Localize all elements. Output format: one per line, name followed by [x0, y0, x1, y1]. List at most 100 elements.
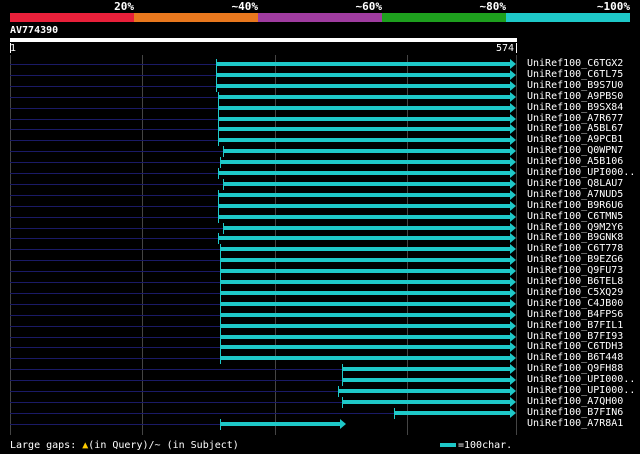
hit-alignment-bar[interactable]: [220, 345, 510, 350]
arrow-right-icon: [510, 386, 516, 396]
hit-alignment-bar[interactable]: [220, 356, 510, 361]
hit-alignment-bar[interactable]: [218, 94, 510, 99]
hit-alignment-bar[interactable]: [220, 323, 510, 328]
hit-unaligned-line: [10, 391, 338, 392]
arrow-right-icon: [510, 91, 516, 102]
hit-unaligned-line: [10, 107, 219, 109]
hit-alignment-bar[interactable]: [220, 258, 510, 263]
hit-alignment-bar[interactable]: [218, 105, 510, 110]
hit-unaligned-line: [10, 205, 219, 207]
arrow-right-icon: [510, 80, 516, 91]
arrow-right-icon: [510, 168, 516, 178]
arrow-right-icon: [510, 222, 516, 233]
hit-unaligned-line: [10, 314, 221, 316]
hit-alignment-bar[interactable]: [218, 192, 510, 197]
arrow-right-icon: [510, 59, 516, 69]
arrow-right-icon: [510, 157, 516, 168]
arrow-right-icon: [510, 146, 516, 157]
hit-unaligned-line: [10, 74, 216, 76]
arrow-right-icon: [510, 342, 516, 353]
hit-list: UniRef100_C6TGX2 UniRef100_C6TL75 UniRef10…: [0, 0, 640, 454]
hit-unaligned-line: [10, 227, 223, 229]
hit-alignment-bar[interactable]: [220, 312, 510, 317]
hit-label[interactable]: UniRef100_A7R8A1: [527, 418, 623, 430]
arrow-right-icon: [510, 189, 516, 200]
hit-unaligned-line: [10, 380, 343, 382]
gaps-query-text: (in Query)/: [88, 440, 155, 451]
hit-alignment-bar[interactable]: [218, 203, 510, 208]
hit-alignment-bar[interactable]: [337, 389, 510, 393]
gaps-subject-text: (in Subject): [160, 440, 239, 451]
gaps-prefix: Large gaps:: [10, 440, 83, 451]
hit-alignment-bar[interactable]: [220, 280, 510, 284]
arrow-right-icon: [510, 298, 516, 309]
hit-alignment-bar[interactable]: [220, 160, 510, 165]
hit-unaligned-line: [10, 64, 216, 65]
hit-unaligned-line: [10, 183, 223, 185]
hit-unaligned-line: [10, 194, 219, 196]
arrow-right-icon: [510, 375, 516, 386]
hit-unaligned-line: [10, 118, 219, 120]
arrow-right-icon: [510, 396, 516, 407]
arrow-right-icon: [510, 233, 516, 244]
hit-unaligned-line: [10, 292, 221, 294]
arrow-right-icon: [510, 353, 516, 364]
scale-label: =100char.: [458, 440, 513, 451]
hit-unaligned-line: [10, 358, 221, 360]
hit-alignment-bar[interactable]: [394, 410, 510, 415]
hit-alignment-bar[interactable]: [218, 138, 510, 143]
hit-alignment-bar[interactable]: [218, 171, 510, 175]
hit-alignment-bar[interactable]: [342, 367, 510, 372]
hit-alignment-bar[interactable]: [218, 127, 510, 132]
hit-unaligned-line: [10, 162, 221, 164]
arrow-right-icon: [510, 255, 516, 266]
hit-alignment-bar[interactable]: [342, 378, 510, 383]
hit-alignment-bar[interactable]: [222, 225, 510, 230]
hit-alignment-bar[interactable]: [218, 236, 510, 241]
hit-unaligned-line: [10, 423, 221, 425]
arrow-right-icon: [510, 135, 516, 146]
gaps-legend: Large gaps: ▲(in Query)/~ (in Subject): [10, 440, 239, 452]
hit-unaligned-line: [10, 151, 223, 153]
scale-legend: =100char.: [440, 440, 512, 452]
arrow-right-icon: [510, 331, 516, 342]
hit-alignment-bar[interactable]: [218, 116, 510, 121]
hit-unaligned-line: [10, 216, 219, 218]
hit-unaligned-line: [10, 303, 221, 305]
arrow-right-icon: [510, 309, 516, 320]
hit-unaligned-line: [10, 140, 219, 142]
hit-alignment-bar[interactable]: [220, 269, 510, 274]
arrow-right-icon: [339, 418, 346, 429]
hit-unaligned-line: [10, 401, 343, 403]
hit-alignment-bar[interactable]: [222, 149, 510, 154]
hit-alignment-bar[interactable]: [218, 214, 510, 219]
hit-unaligned-line: [10, 271, 221, 273]
arrow-right-icon: [510, 364, 516, 375]
hit-alignment-bar[interactable]: [222, 181, 510, 186]
hit-unaligned-line: [10, 260, 221, 262]
arrow-right-icon: [510, 287, 516, 298]
arrow-right-icon: [510, 178, 516, 189]
hit-unaligned-line: [10, 238, 219, 240]
hit-alignment-bar[interactable]: [215, 83, 510, 88]
hit-unaligned-line: [10, 347, 221, 349]
hit-unaligned-line: [10, 173, 219, 174]
scale-bar: [440, 443, 456, 447]
hit-alignment-bar[interactable]: [215, 62, 510, 66]
hit-alignment-bar[interactable]: [342, 399, 510, 404]
arrow-right-icon: [510, 266, 516, 277]
hit-unaligned-line: [10, 85, 216, 87]
hit-row[interactable]: UniRef100_A7R8A1: [0, 418, 640, 430]
hit-alignment-bar[interactable]: [220, 290, 510, 295]
hit-alignment-bar[interactable]: [220, 421, 340, 426]
arrow-right-icon: [510, 244, 516, 255]
hit-unaligned-line: [10, 412, 395, 414]
hit-unaligned-line: [10, 96, 219, 98]
arrow-right-icon: [510, 113, 516, 124]
hit-alignment-bar[interactable]: [220, 301, 510, 306]
arrow-right-icon: [510, 320, 516, 331]
hit-alignment-bar[interactable]: [215, 72, 510, 77]
hit-alignment-bar[interactable]: [220, 334, 510, 339]
arrow-right-icon: [510, 200, 516, 211]
hit-alignment-bar[interactable]: [220, 247, 510, 252]
